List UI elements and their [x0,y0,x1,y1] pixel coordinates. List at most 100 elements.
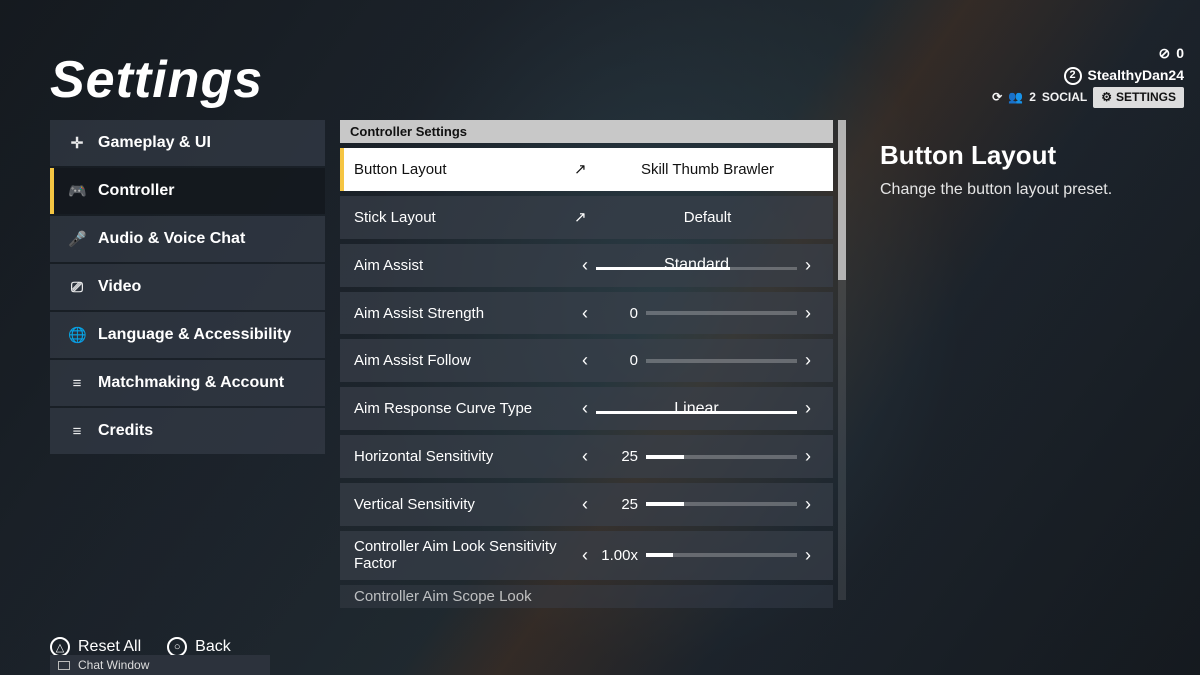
triangle-button-icon: △ [50,637,70,657]
currency-value: 0 [1176,42,1184,64]
detail-title: Button Layout [880,140,1180,171]
setting-row-aim-assist[interactable]: Aim Assist‹ Standard › [340,244,833,287]
setting-label: Button Layout [354,161,574,178]
sidebar-item-language-accessibility[interactable]: 🌐 Language & Accessibility [50,312,325,358]
slider[interactable]: 0 [596,352,797,369]
chevron-left-icon[interactable]: ‹ [574,446,596,467]
globe-icon: 🌐 [68,326,86,344]
slider-track[interactable] [646,502,797,506]
setting-row-controller-aim-scope-look[interactable]: Controller Aim Scope Look [340,585,833,608]
slider[interactable]: 1.00x [596,547,797,564]
option-indicator [596,267,797,270]
page-title: Settings [50,50,263,110]
slider-track[interactable] [646,359,797,363]
slider-fill [646,502,684,506]
slider-track[interactable] [646,311,797,315]
sidebar-item-label: Matchmaking & Account [98,374,284,392]
setting-value: Linear [674,400,718,418]
back-hint[interactable]: ○ Back [167,637,231,657]
sidebar-item-label: Gameplay & UI [98,134,211,152]
sidebar-item-gameplay-ui[interactable]: ✛ Gameplay & UI [50,120,325,166]
chevron-right-icon[interactable]: › [797,494,819,515]
scrollbar-track[interactable] [838,120,846,600]
external-link-icon: ↗ [574,208,596,226]
currency-icon: ⊘ [1158,42,1170,64]
setting-row-aim-assist-follow[interactable]: Aim Assist Follow‹0 › [340,339,833,382]
slider-fill [646,553,673,557]
sidebar-item-video[interactable]: ⎚Video [50,264,325,310]
external-link-icon: ↗ [574,160,596,178]
detail-description: Change the button layout preset. [880,181,1180,199]
chat-window-tab[interactable]: Chat Window [50,655,270,675]
sidebar-item-matchmaking-account[interactable]: ≡ Matchmaking & Account [50,360,325,406]
reset-all-label: Reset All [78,638,141,656]
sidebar-item-credits[interactable]: ≡ Credits [50,408,325,454]
setting-row-aim-response-curve-type[interactable]: Aim Response Curve Type‹Linear› [340,387,833,430]
slider-track[interactable] [646,553,797,557]
player-number-badge: 2 [1064,67,1082,85]
sidebar-item-label: Controller [98,182,174,200]
chevron-left-icon[interactable]: ‹ [574,303,596,324]
slider-track[interactable] [646,455,797,459]
setting-row-controller-aim-look-sensitivity-factor[interactable]: Controller Aim Look Sensitivity Factor‹1… [340,531,833,580]
sidebar-item-label: Language & Accessibility [98,326,291,344]
chevron-right-icon[interactable]: › [797,446,819,467]
clock-icon: ⟳ [992,88,1002,107]
chevron-right-icon[interactable]: › [797,545,819,566]
sidebar-item-label: Audio & Voice Chat [98,230,245,248]
settings-pill[interactable]: ⚙ SETTINGS [1093,87,1184,108]
chevron-right-icon[interactable]: › [797,350,819,371]
sidebar-item-audio-voice-chat[interactable]: 🎤Audio & Voice Chat [50,216,325,262]
section-header: Controller Settings [340,120,833,143]
footer-hints: △ Reset All ○ Back [50,637,231,657]
setting-label: Controller Aim Look Sensitivity Factor [354,538,574,573]
setting-row-aim-assist-strength[interactable]: Aim Assist Strength‹0› [340,292,833,335]
setting-label: Controller Aim Scope Look [354,588,574,605]
chevron-left-icon[interactable]: ‹ [574,494,596,515]
slider-fill [646,455,684,459]
setting-row-horizontal-sensitivity[interactable]: Horizontal Sensitivity‹25 › [340,435,833,478]
chevron-right-icon[interactable]: › [797,398,819,419]
crosshair-icon: ✛ [68,134,86,152]
chevron-right-icon[interactable]: › [797,303,819,324]
gamepad-icon: 🎮 [68,182,86,200]
settings-column: Controller Settings Button Layout↗Skill … [340,120,833,608]
slider-value: 0 [596,352,638,369]
slider-value: 25 [596,448,638,465]
slider[interactable]: 0 [596,305,797,322]
settings-pill-label: SETTINGS [1116,88,1176,107]
slider[interactable]: 25 [596,496,797,513]
setting-row-vertical-sensitivity[interactable]: Vertical Sensitivity‹25› [340,483,833,526]
setting-value: Skill Thumb Brawler [596,161,819,178]
settings-list: Button Layout↗Skill Thumb BrawlerStick L… [340,148,833,608]
sidebar-item-label: Credits [98,422,153,440]
setting-label: Stick Layout [354,209,574,226]
sidebar-item-controller[interactable]: 🎮 Controller [50,168,325,214]
setting-label: Horizontal Sensitivity [354,448,574,465]
list-icon: ≡ [68,375,86,392]
chevron-right-icon[interactable]: › [797,255,819,276]
setting-row-button-layout[interactable]: Button Layout↗Skill Thumb Brawler [340,148,833,191]
circle-button-icon: ○ [167,637,187,657]
setting-value: Standard [664,256,729,274]
setting-value-wrap: Linear [596,400,797,418]
slider[interactable]: 25 [596,448,797,465]
setting-row-stick-layout[interactable]: Stick Layout↗Default [340,196,833,239]
setting-label: Aim Assist [354,257,574,274]
reset-all-hint[interactable]: △ Reset All [50,637,141,657]
chevron-left-icon[interactable]: ‹ [574,255,596,276]
scrollbar-thumb[interactable] [838,120,846,280]
sidebar-item-label: Video [98,278,141,296]
setting-label: Aim Assist Follow [354,352,574,369]
chevron-left-icon[interactable]: ‹ [574,545,596,566]
friends-count: 2 [1029,88,1036,107]
option-indicator [596,411,797,414]
chevron-left-icon[interactable]: ‹ [574,350,596,371]
setting-label: Aim Assist Strength [354,305,574,322]
social-label[interactable]: SOCIAL [1042,88,1087,107]
chevron-left-icon[interactable]: ‹ [574,398,596,419]
player-name: StealthyDan24 [1088,64,1184,86]
setting-label: Vertical Sensitivity [354,496,574,513]
list-icon: ≡ [68,423,86,440]
top-right-hud: ⊘ 0 2 StealthyDan24 ⟳ 👥 2 SOCIAL ⚙ SETTI… [992,42,1184,108]
